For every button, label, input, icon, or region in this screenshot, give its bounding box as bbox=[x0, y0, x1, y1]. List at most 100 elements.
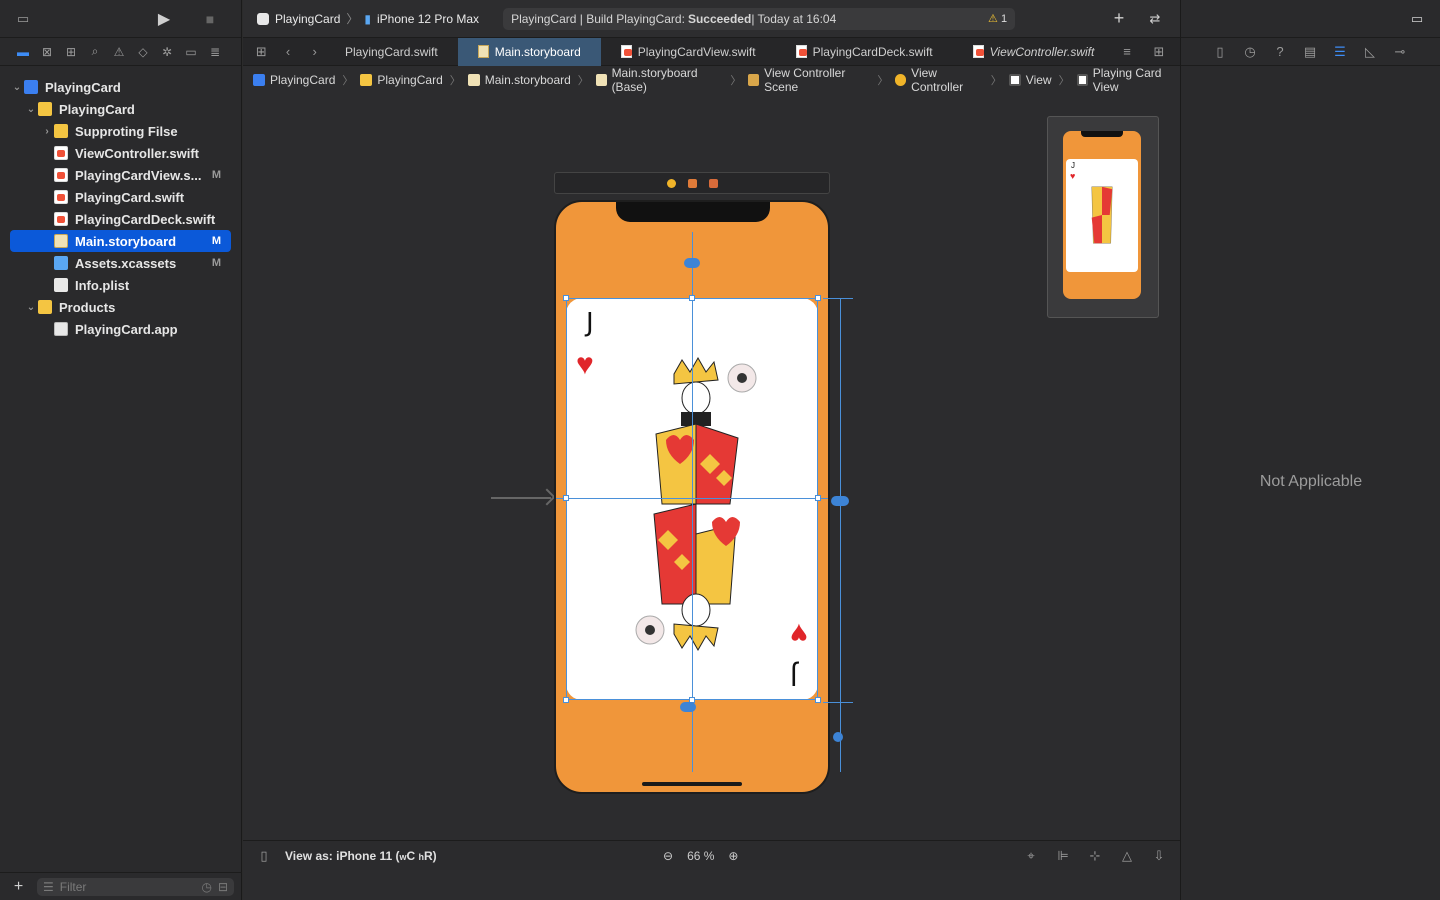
constraint-badge[interactable] bbox=[684, 258, 700, 268]
scheme-project: PlayingCard bbox=[275, 11, 341, 26]
add-editor-icon[interactable]: ⊞ bbox=[1148, 41, 1170, 63]
filter-input[interactable]: ☰ Filter ◷ ⊟ bbox=[36, 877, 234, 896]
code-review-icon[interactable]: ⇄ bbox=[1144, 8, 1166, 30]
zoom-in-icon[interactable]: ⊕ bbox=[728, 849, 738, 863]
help-inspector-icon[interactable]: ? bbox=[1269, 41, 1291, 63]
modified-badge: M bbox=[211, 235, 221, 247]
minimap[interactable]: J ♥ bbox=[1047, 116, 1159, 318]
file-inspector-icon[interactable]: ▯ bbox=[1209, 41, 1231, 63]
grid-icon[interactable]: ⊞ bbox=[251, 41, 272, 63]
tab-playingcard-swift[interactable]: PlayingCard.swift bbox=[325, 38, 458, 66]
tree-item-file[interactable]: Assets.xcassets M bbox=[0, 252, 241, 274]
breadcrumb-controller[interactable]: View Controller bbox=[895, 66, 983, 94]
first-responder-icon[interactable] bbox=[687, 178, 697, 188]
disclosure-open-icon[interactable]: ⌄ bbox=[24, 302, 38, 313]
debug-icon[interactable]: ✲ bbox=[156, 41, 178, 63]
scene-dock[interactable] bbox=[554, 172, 830, 194]
constraint-badge[interactable] bbox=[833, 732, 843, 742]
activity-status[interactable]: PlayingCard | Build PlayingCard: Succeed… bbox=[503, 7, 1016, 30]
tab-viewcontroller-swift[interactable]: ViewController.swift bbox=[953, 38, 1115, 66]
tree-item-file-selected[interactable]: Main.storyboard M bbox=[10, 230, 231, 252]
source-control-icon[interactable]: ⊠ bbox=[36, 41, 58, 63]
breadcrumb-file[interactable]: Main.storyboard bbox=[467, 73, 571, 87]
resize-handle[interactable] bbox=[815, 295, 821, 301]
breadcrumb-scene[interactable]: View Controller Scene bbox=[748, 66, 870, 94]
tree-item-file[interactable]: ViewController.swift bbox=[0, 142, 241, 164]
sidebar-toggle-icon[interactable]: ▭ bbox=[12, 8, 34, 30]
tree-item-file[interactable]: PlayingCard.app bbox=[0, 318, 241, 340]
issue-icon[interactable]: ⚠ bbox=[108, 41, 130, 63]
breadcrumb-project[interactable]: PlayingCard bbox=[253, 73, 335, 87]
view-as-control[interactable]: View as: iPhone 11 (wC hR) bbox=[285, 849, 437, 863]
editor-options-icon[interactable]: ≡ bbox=[1116, 41, 1138, 63]
breadcrumb-label: PlayingCard bbox=[270, 73, 336, 87]
resize-handle[interactable] bbox=[689, 295, 695, 301]
tab-main-storyboard[interactable]: Main.storyboard bbox=[457, 37, 601, 66]
folder-icon[interactable]: ▬ bbox=[12, 41, 34, 63]
device-frame[interactable]: J ♥ ♥ J bbox=[554, 200, 830, 794]
connections-inspector-icon[interactable]: ⊸ bbox=[1389, 41, 1411, 63]
test-icon[interactable]: ◇ bbox=[132, 41, 154, 63]
zoom-level: 66 % bbox=[687, 848, 715, 863]
tree-item-group[interactable]: ⌄ Products bbox=[0, 296, 241, 318]
tree-item-file[interactable]: Info.plist bbox=[0, 274, 241, 296]
source-control-filter-icon[interactable]: ⊟ bbox=[218, 880, 228, 894]
embed-in-icon[interactable]: ⇩ bbox=[1148, 845, 1170, 867]
inspector-toggle-icon[interactable]: ▭ bbox=[1406, 8, 1428, 30]
disclosure-open-icon[interactable]: ⌄ bbox=[24, 104, 38, 115]
breadcrumb-card-view[interactable]: Playing Card View bbox=[1076, 66, 1180, 94]
constraint-badge[interactable] bbox=[831, 496, 849, 506]
tab-playingcardview-swift[interactable]: PlayingCardView.swift bbox=[601, 38, 776, 66]
disclosure-open-icon[interactable]: ⌄ bbox=[10, 82, 24, 93]
add-icon[interactable]: + bbox=[8, 876, 29, 898]
editor-area: PlayingCard 〉 ▮ iPhone 12 Pro Max Playin… bbox=[243, 0, 1180, 900]
tree-item-group[interactable]: › Supproting Filse bbox=[0, 120, 241, 142]
find-icon[interactable]: ⌕ bbox=[84, 41, 106, 63]
view-controller-icon[interactable] bbox=[666, 178, 676, 188]
breakpoint-icon[interactable]: ▭ bbox=[180, 41, 202, 63]
tab-playingcarddeck-swift[interactable]: PlayingCardDeck.swift bbox=[776, 38, 953, 66]
swift-file-icon bbox=[54, 190, 68, 204]
resolve-issues-icon[interactable]: △ bbox=[1116, 845, 1138, 867]
breadcrumb-view[interactable]: View bbox=[1008, 73, 1052, 87]
size-inspector-icon[interactable]: ◺ bbox=[1359, 41, 1381, 63]
identity-inspector-icon[interactable]: ▤ bbox=[1299, 41, 1321, 63]
constraint-badge[interactable] bbox=[680, 702, 696, 712]
entry-point-arrow[interactable] bbox=[491, 497, 551, 499]
run-button-icon[interactable]: ▶ bbox=[153, 8, 175, 30]
align-icon[interactable]: ⊫ bbox=[1052, 845, 1074, 867]
tree-item-file[interactable]: PlayingCardDeck.swift bbox=[0, 208, 241, 230]
library-plus-icon[interactable]: + bbox=[1108, 8, 1130, 30]
back-icon[interactable]: ‹ bbox=[278, 41, 299, 63]
exit-icon[interactable] bbox=[708, 178, 718, 188]
tree-item-group[interactable]: ⌄ PlayingCard bbox=[0, 98, 241, 120]
stop-button-icon[interactable]: ■ bbox=[199, 8, 221, 30]
history-inspector-icon[interactable]: ◷ bbox=[1239, 41, 1261, 63]
resize-handle[interactable] bbox=[563, 495, 569, 501]
add-constraints-icon[interactable]: ⊹ bbox=[1084, 845, 1106, 867]
update-frames-icon[interactable]: ⌖ bbox=[1020, 845, 1042, 867]
tree-item-file[interactable]: PlayingCardView.s... M bbox=[0, 164, 241, 186]
resize-handle[interactable] bbox=[563, 697, 569, 703]
breadcrumb-group[interactable]: PlayingCard bbox=[360, 73, 443, 87]
tree-item-label: ViewController.swift bbox=[75, 145, 200, 161]
resize-handle[interactable] bbox=[815, 697, 821, 703]
forward-icon[interactable]: › bbox=[304, 41, 325, 63]
swift-file-icon bbox=[972, 45, 984, 58]
attributes-inspector-icon[interactable]: ☰ bbox=[1329, 41, 1351, 63]
zoom-out-icon[interactable]: ⊖ bbox=[663, 849, 673, 863]
storyboard-canvas[interactable]: J ♥ ♥ J J ♥ ▯ View as: iPhone 11 (wC hR)… bbox=[243, 94, 1180, 870]
report-icon[interactable]: ≣ bbox=[204, 41, 226, 63]
symbol-icon[interactable]: ⊞ bbox=[60, 41, 82, 63]
document-outline-icon[interactable]: ▯ bbox=[253, 845, 275, 867]
breadcrumb-localization[interactable]: Main.storyboard (Base) bbox=[595, 66, 724, 94]
disclosure-closed-icon[interactable]: › bbox=[40, 126, 54, 137]
resize-handle[interactable] bbox=[815, 495, 821, 501]
warning-badge[interactable]: ⚠ 1 bbox=[988, 12, 1007, 25]
recent-files-icon[interactable]: ◷ bbox=[201, 880, 211, 894]
tree-item-project[interactable]: ⌄ PlayingCard bbox=[0, 76, 241, 98]
tree-item-file[interactable]: PlayingCard.swift bbox=[0, 186, 241, 208]
scheme-selector[interactable]: PlayingCard 〉 ▮ iPhone 12 Pro Max bbox=[257, 10, 479, 27]
resize-handle[interactable] bbox=[563, 295, 569, 301]
folder-icon bbox=[38, 102, 52, 116]
